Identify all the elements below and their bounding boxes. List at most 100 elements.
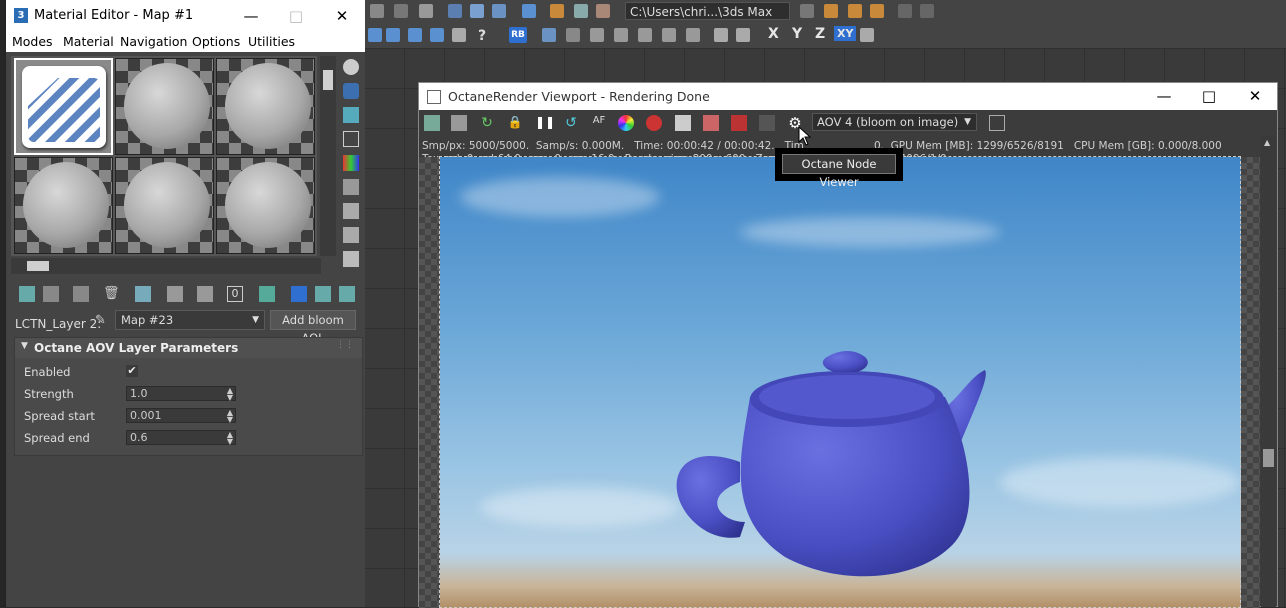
put-to-library-icon[interactable] — [167, 286, 183, 302]
spinner-arrows-icon[interactable]: ▲ ▼ — [227, 409, 233, 424]
scroll-thumb[interactable] — [1263, 449, 1274, 467]
toolbar-icon[interactable] — [492, 4, 506, 18]
toolbar-icon[interactable] — [800, 4, 814, 18]
send-scene-icon[interactable] — [424, 115, 440, 131]
options-icon[interactable] — [343, 203, 359, 219]
menu-modes[interactable]: Modes — [12, 34, 53, 49]
sample-uv-icon[interactable] — [343, 131, 359, 147]
toolbar-icon[interactable] — [386, 28, 400, 42]
toolbar-icon[interactable] — [638, 28, 652, 42]
toolbar-icon[interactable] — [370, 4, 384, 18]
menu-material[interactable]: Material — [63, 34, 114, 49]
menu-utilities[interactable]: Utilities — [248, 34, 295, 49]
menu-navigation[interactable]: Navigation — [120, 34, 187, 49]
color-picker-icon[interactable] — [618, 115, 634, 131]
spinner-arrows-icon[interactable]: ▲ ▼ — [227, 431, 233, 446]
toolbar-icon[interactable] — [430, 28, 444, 42]
toolbar-icon[interactable] — [368, 28, 382, 42]
slots-vertical-scrollbar[interactable] — [320, 56, 336, 256]
sample-slot[interactable] — [216, 157, 315, 254]
map-dropdown[interactable]: Map #23 ▼ — [115, 310, 265, 330]
enabled-checkbox[interactable]: ✔ — [126, 365, 138, 377]
go-to-parent-icon[interactable] — [315, 286, 331, 302]
toolbar-icon[interactable] — [714, 28, 728, 42]
toolbar-icon[interactable] — [394, 4, 408, 18]
axis-x-button[interactable]: X — [768, 26, 779, 42]
spinner-arrows-icon[interactable]: ▲ ▼ — [227, 387, 233, 402]
toolbar-icon[interactable] — [590, 28, 604, 42]
menu-options[interactable]: Options — [192, 34, 240, 49]
restart-render-icon[interactable]: ↻ — [479, 115, 495, 131]
refresh-icon[interactable]: ↺ — [563, 115, 579, 131]
spread-start-spinner[interactable]: 0.001 ▲ ▼ — [126, 408, 236, 424]
render-frame-icon[interactable] — [574, 4, 588, 18]
maximize-icon[interactable]: □ — [286, 6, 306, 26]
render-setup-icon[interactable] — [550, 4, 564, 18]
toolbar-icon[interactable] — [408, 28, 422, 42]
drag-handle-icon[interactable]: ⋮⋮ — [336, 340, 354, 350]
film-icon[interactable] — [703, 115, 719, 131]
toolbar-icon[interactable] — [898, 4, 912, 18]
toolbar-icon[interactable] — [870, 4, 884, 18]
toolbar-icon[interactable] — [614, 28, 628, 42]
autofocus-icon[interactable]: AF — [591, 115, 607, 131]
camera-icon[interactable] — [759, 115, 775, 131]
toolbar-icon[interactable] — [920, 4, 934, 18]
show-map-icon[interactable] — [259, 286, 275, 302]
eyedropper-icon[interactable]: ✎ — [95, 313, 106, 328]
material-editor-titlebar[interactable]: 3 Material Editor - Map #1 — □ ✕ — [6, 0, 365, 32]
make-preview-icon[interactable] — [343, 179, 359, 195]
backlight-icon[interactable] — [343, 83, 359, 99]
scroll-up-icon[interactable]: ▲ — [1264, 138, 1270, 147]
toolbar-icon[interactable] — [452, 28, 466, 42]
octane-vertical-scrollbar[interactable]: ▲ — [1261, 136, 1276, 607]
delete-icon[interactable]: 🗑 — [103, 286, 120, 302]
render-icon[interactable] — [596, 4, 610, 18]
rollout-header[interactable]: ▼ Octane AOV Layer Parameters ⋮⋮ — [15, 338, 362, 358]
toolbar-icon[interactable] — [686, 28, 700, 42]
help-icon[interactable]: ? — [478, 28, 492, 44]
minimize-icon[interactable]: — — [241, 6, 261, 26]
close-icon[interactable]: ✕ — [332, 6, 352, 26]
close-icon[interactable]: ✕ — [1245, 86, 1265, 106]
copy-icon[interactable] — [451, 115, 467, 131]
toolbar-icon[interactable] — [522, 4, 536, 18]
sample-slot[interactable] — [14, 157, 113, 254]
get-material-icon[interactable] — [19, 286, 35, 302]
show-end-result-icon[interactable] — [291, 286, 307, 302]
video-color-icon[interactable] — [343, 155, 359, 171]
save-image-icon[interactable] — [731, 115, 747, 131]
display-icon[interactable] — [675, 115, 691, 131]
slots-horizontal-scrollbar[interactable] — [11, 258, 321, 274]
toolbar-icon[interactable] — [736, 28, 750, 42]
region-icon[interactable] — [646, 115, 662, 131]
fit-view-icon[interactable] — [989, 115, 1005, 131]
toolbar-icon[interactable] — [542, 28, 556, 42]
pause-icon[interactable]: ❚❚ — [535, 115, 555, 131]
minimize-icon[interactable]: — — [1154, 86, 1174, 106]
lock-icon[interactable]: 🔒 — [507, 115, 523, 131]
scroll-thumb[interactable] — [27, 261, 49, 271]
spread-end-spinner[interactable]: 0.6 ▲ ▼ — [126, 430, 236, 446]
effect-channel-icon[interactable]: 0 — [227, 286, 243, 302]
sample-slot[interactable] — [216, 58, 315, 155]
project-path-dropdown[interactable]: C:\Users\chri...\3ds Max 2023 — [625, 2, 790, 37]
toolbar-icon[interactable] — [448, 4, 462, 18]
assign-material-icon[interactable] — [73, 286, 89, 302]
octane-titlebar[interactable]: OctaneRender Viewport - Rendering Done —… — [419, 83, 1277, 110]
toolbar-icon[interactable] — [470, 4, 484, 18]
toolbar-icon[interactable] — [419, 4, 433, 18]
axis-z-button[interactable]: Z — [815, 26, 825, 42]
put-material-icon[interactable] — [43, 286, 59, 302]
toolbar-icon[interactable] — [848, 4, 862, 18]
axis-y-button[interactable]: Y — [792, 26, 802, 42]
add-bloom-button[interactable]: Add bloom AOL — [270, 310, 356, 345]
toolbar-icon[interactable] — [566, 28, 580, 42]
material-id-icon[interactable] — [197, 286, 213, 302]
toolbar-icon[interactable] — [860, 28, 874, 42]
strength-spinner[interactable]: 1.0 ▲ ▼ — [126, 386, 236, 402]
scroll-thumb[interactable] — [323, 70, 333, 90]
select-by-material-icon[interactable] — [343, 227, 359, 243]
axis-xy-button[interactable]: XY — [834, 26, 857, 41]
sample-type-icon[interactable] — [343, 59, 359, 75]
